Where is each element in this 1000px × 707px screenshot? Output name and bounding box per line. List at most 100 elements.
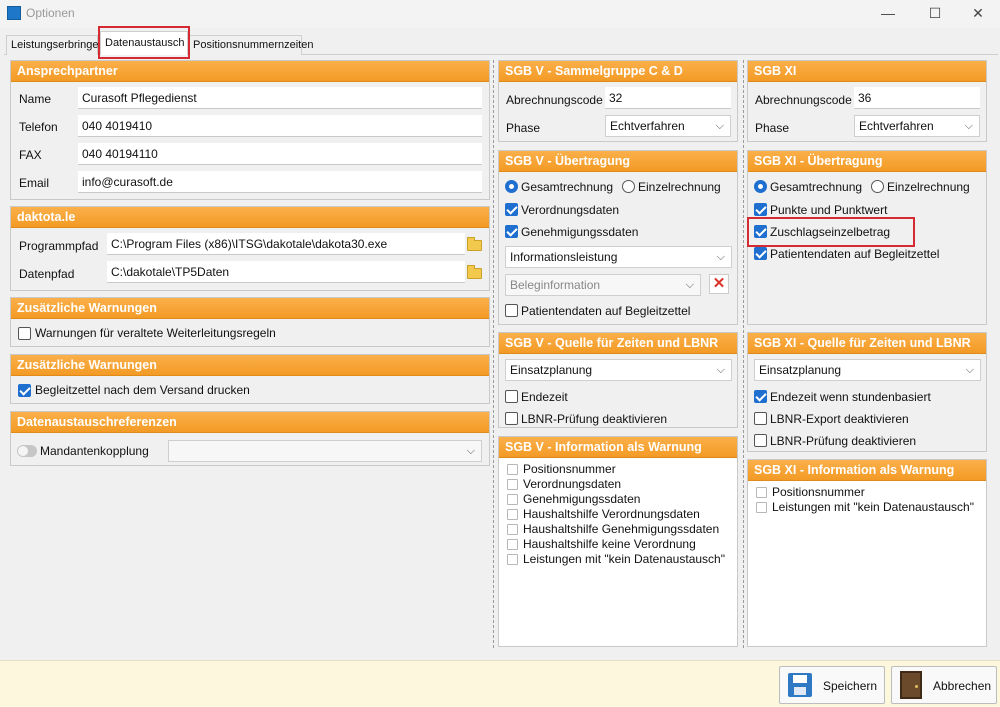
info-checkbox[interactable] — [507, 509, 518, 520]
mandantenkopplung-toggle[interactable] — [17, 445, 37, 457]
delete-icon[interactable]: ✕ — [709, 274, 729, 294]
chevron-down-icon: ⌵ — [964, 120, 973, 132]
lbnr-pruefung-checkbox[interactable] — [754, 434, 767, 447]
close-button[interactable]: ✕ — [956, 3, 1000, 25]
sgbxi-quelle-panel: SGB XI - Quelle für Zeiten und LBNR Eins… — [747, 332, 987, 452]
info-checkbox[interactable] — [756, 502, 767, 513]
abrechnungscode-field[interactable]: 32 — [605, 87, 731, 109]
window-title: Optionen — [26, 6, 75, 20]
phase-label: Phase — [506, 121, 541, 135]
abrechnungscode-label: Abrechnungscode — [755, 93, 852, 107]
veraltete-regeln-checkbox[interactable] — [18, 327, 31, 340]
column-separator — [493, 60, 494, 648]
einzelrechnung-radio[interactable] — [622, 180, 635, 193]
folder-icon[interactable] — [467, 237, 482, 251]
exit-door-icon — [900, 671, 922, 699]
tab-positionsnummernzeiten[interactable]: Positionsnummernzeiten — [188, 35, 313, 55]
panel-header: daktota.le — [11, 207, 489, 228]
phase-select[interactable]: Echtverfahren ⌵ — [854, 115, 980, 137]
einzelrechnung-label: Einzelrechnung — [638, 180, 721, 194]
chevron-down-icon: ⌵ — [965, 364, 974, 376]
datenpfad-label: Datenpfad — [19, 267, 75, 281]
quelle-select[interactable]: Einsatzplanung ⌵ — [754, 359, 981, 381]
gesamtrechnung-label: Gesamtrechnung — [770, 180, 863, 194]
abrechnungscode-field[interactable]: 36 — [854, 87, 980, 109]
name-label: Name — [19, 92, 52, 106]
panel-header: Zusätzliche Warnungen — [11, 298, 489, 319]
lbnr-pruefung-label: LBNR-Prüfung deaktivieren — [770, 434, 917, 448]
sgbxi-panel: SGB XI Abrechnungscode 36 Phase Echtverf… — [747, 60, 987, 142]
veraltete-regeln-label: Warnungen für veraltete Weiterleitungsre… — [35, 326, 276, 340]
genehmigungsdaten-checkbox[interactable] — [505, 225, 518, 238]
quelle-select[interactable]: Einsatzplanung ⌵ — [505, 359, 732, 381]
fax-label: FAX — [19, 148, 42, 162]
lbnr-export-label: LBNR-Export deaktivieren — [770, 412, 909, 426]
lbnr-pruefung-label: LBNR-Prüfung deaktivieren — [521, 412, 668, 426]
save-button[interactable]: Speichern — [779, 666, 885, 704]
einzelrechnung-label: Einzelrechnung — [887, 180, 970, 194]
patientendaten-checkbox[interactable] — [754, 247, 767, 260]
panel-header: SGB V - Sammelgruppe C & D — [499, 61, 737, 82]
zuschlag-highlight-frame — [747, 217, 915, 247]
warnungen-panel-2: Zusätzliche Warnungen Begleitzettel nach… — [10, 354, 490, 404]
info-label: Positionsnummer — [523, 462, 616, 476]
referenzen-panel: Datenaustauschreferenzen Mandantenkopplu… — [10, 411, 490, 466]
telefon-label: Telefon — [19, 120, 58, 134]
info-checkbox[interactable] — [507, 524, 518, 535]
folder-icon[interactable] — [467, 265, 482, 279]
begleitzettel-label: Begleitzettel nach dem Versand drucken — [35, 383, 250, 397]
endezeit-checkbox[interactable] — [754, 390, 767, 403]
datenpfad-field[interactable]: C:\dakotale\TP5Daten — [107, 261, 465, 283]
sgbv-sammel-panel: SGB V - Sammelgruppe C & D Abrechnungsco… — [498, 60, 738, 142]
cancel-button[interactable]: Abbrechen — [891, 666, 997, 704]
genehmigungsdaten-label: Genehmigungssdaten — [521, 225, 639, 239]
panel-header: Ansprechpartner — [11, 61, 489, 82]
fax-field[interactable]: 040 40194110 — [78, 143, 482, 165]
informationsleistung-select[interactable]: Informationsleistung ⌵ — [505, 246, 732, 268]
title-bar — [0, 0, 1000, 28]
sgbv-info-panel: SGB V - Information als Warnung Position… — [498, 436, 738, 647]
panel-header: SGB XI - Information als Warnung — [748, 460, 986, 481]
punkte-checkbox[interactable] — [754, 203, 767, 216]
minimize-button[interactable]: — — [866, 3, 910, 25]
info-checkbox[interactable] — [507, 494, 518, 505]
name-field[interactable]: Curasoft Pflegedienst — [78, 87, 482, 109]
endezeit-checkbox[interactable] — [505, 390, 518, 403]
gesamtrechnung-radio[interactable] — [505, 180, 518, 193]
einzelrechnung-radio[interactable] — [871, 180, 884, 193]
begleitzettel-checkbox[interactable] — [18, 384, 31, 397]
maximize-button[interactable]: ☐ — [913, 3, 957, 25]
info-label: Leistungen mit "kein Datenaustausch" — [772, 500, 974, 514]
info-checkbox[interactable] — [507, 539, 518, 550]
email-field[interactable]: info@curasoft.de — [78, 171, 482, 193]
phase-select[interactable]: Echtverfahren ⌵ — [605, 115, 731, 137]
tab-leistungserbringer[interactable]: Leistungserbringer — [6, 35, 102, 55]
email-label: Email — [19, 176, 50, 190]
info-label: Genehmigungssdaten — [523, 492, 641, 506]
mandantenkopplung-select[interactable]: ⌵ — [168, 440, 482, 462]
quelle-value: Einsatzplanung — [759, 363, 842, 377]
programmpfad-field[interactable]: C:\Program Files (x86)\ITSG\dakotale\dak… — [107, 233, 465, 255]
informationsleistung-value: Informationsleistung — [510, 250, 618, 264]
patientendaten-checkbox[interactable] — [505, 304, 518, 317]
punkte-label: Punkte und Punktwert — [770, 203, 888, 217]
sgbxi-info-panel: SGB XI - Information als Warnung Positio… — [747, 459, 987, 647]
info-checkbox[interactable] — [507, 464, 518, 475]
info-checkbox[interactable] — [756, 487, 767, 498]
beleginformation-select[interactable]: Beleginformation ⌵ — [505, 274, 701, 296]
verordnungsdaten-checkbox[interactable] — [505, 203, 518, 216]
telefon-field[interactable]: 040 4019410 — [78, 115, 482, 137]
panel-header: SGB V - Quelle für Zeiten und LBNR — [499, 333, 737, 354]
sgbv-quelle-panel: SGB V - Quelle für Zeiten und LBNR Einsa… — [498, 332, 738, 428]
gesamtrechnung-radio[interactable] — [754, 180, 767, 193]
info-checkbox[interactable] — [507, 554, 518, 565]
app-icon — [7, 6, 21, 20]
lbnr-pruefung-checkbox[interactable] — [505, 412, 518, 425]
phase-value: Echtverfahren — [610, 119, 685, 133]
info-checkbox[interactable] — [507, 479, 518, 490]
verordnungsdaten-label: Verordnungsdaten — [521, 203, 620, 217]
info-label: Haushaltshilfe Verordnungsdaten — [523, 507, 700, 521]
lbnr-export-checkbox[interactable] — [754, 412, 767, 425]
warnungen-panel-1: Zusätzliche Warnungen Warnungen für vera… — [10, 297, 490, 347]
abrechnungscode-label: Abrechnungscode — [506, 93, 603, 107]
